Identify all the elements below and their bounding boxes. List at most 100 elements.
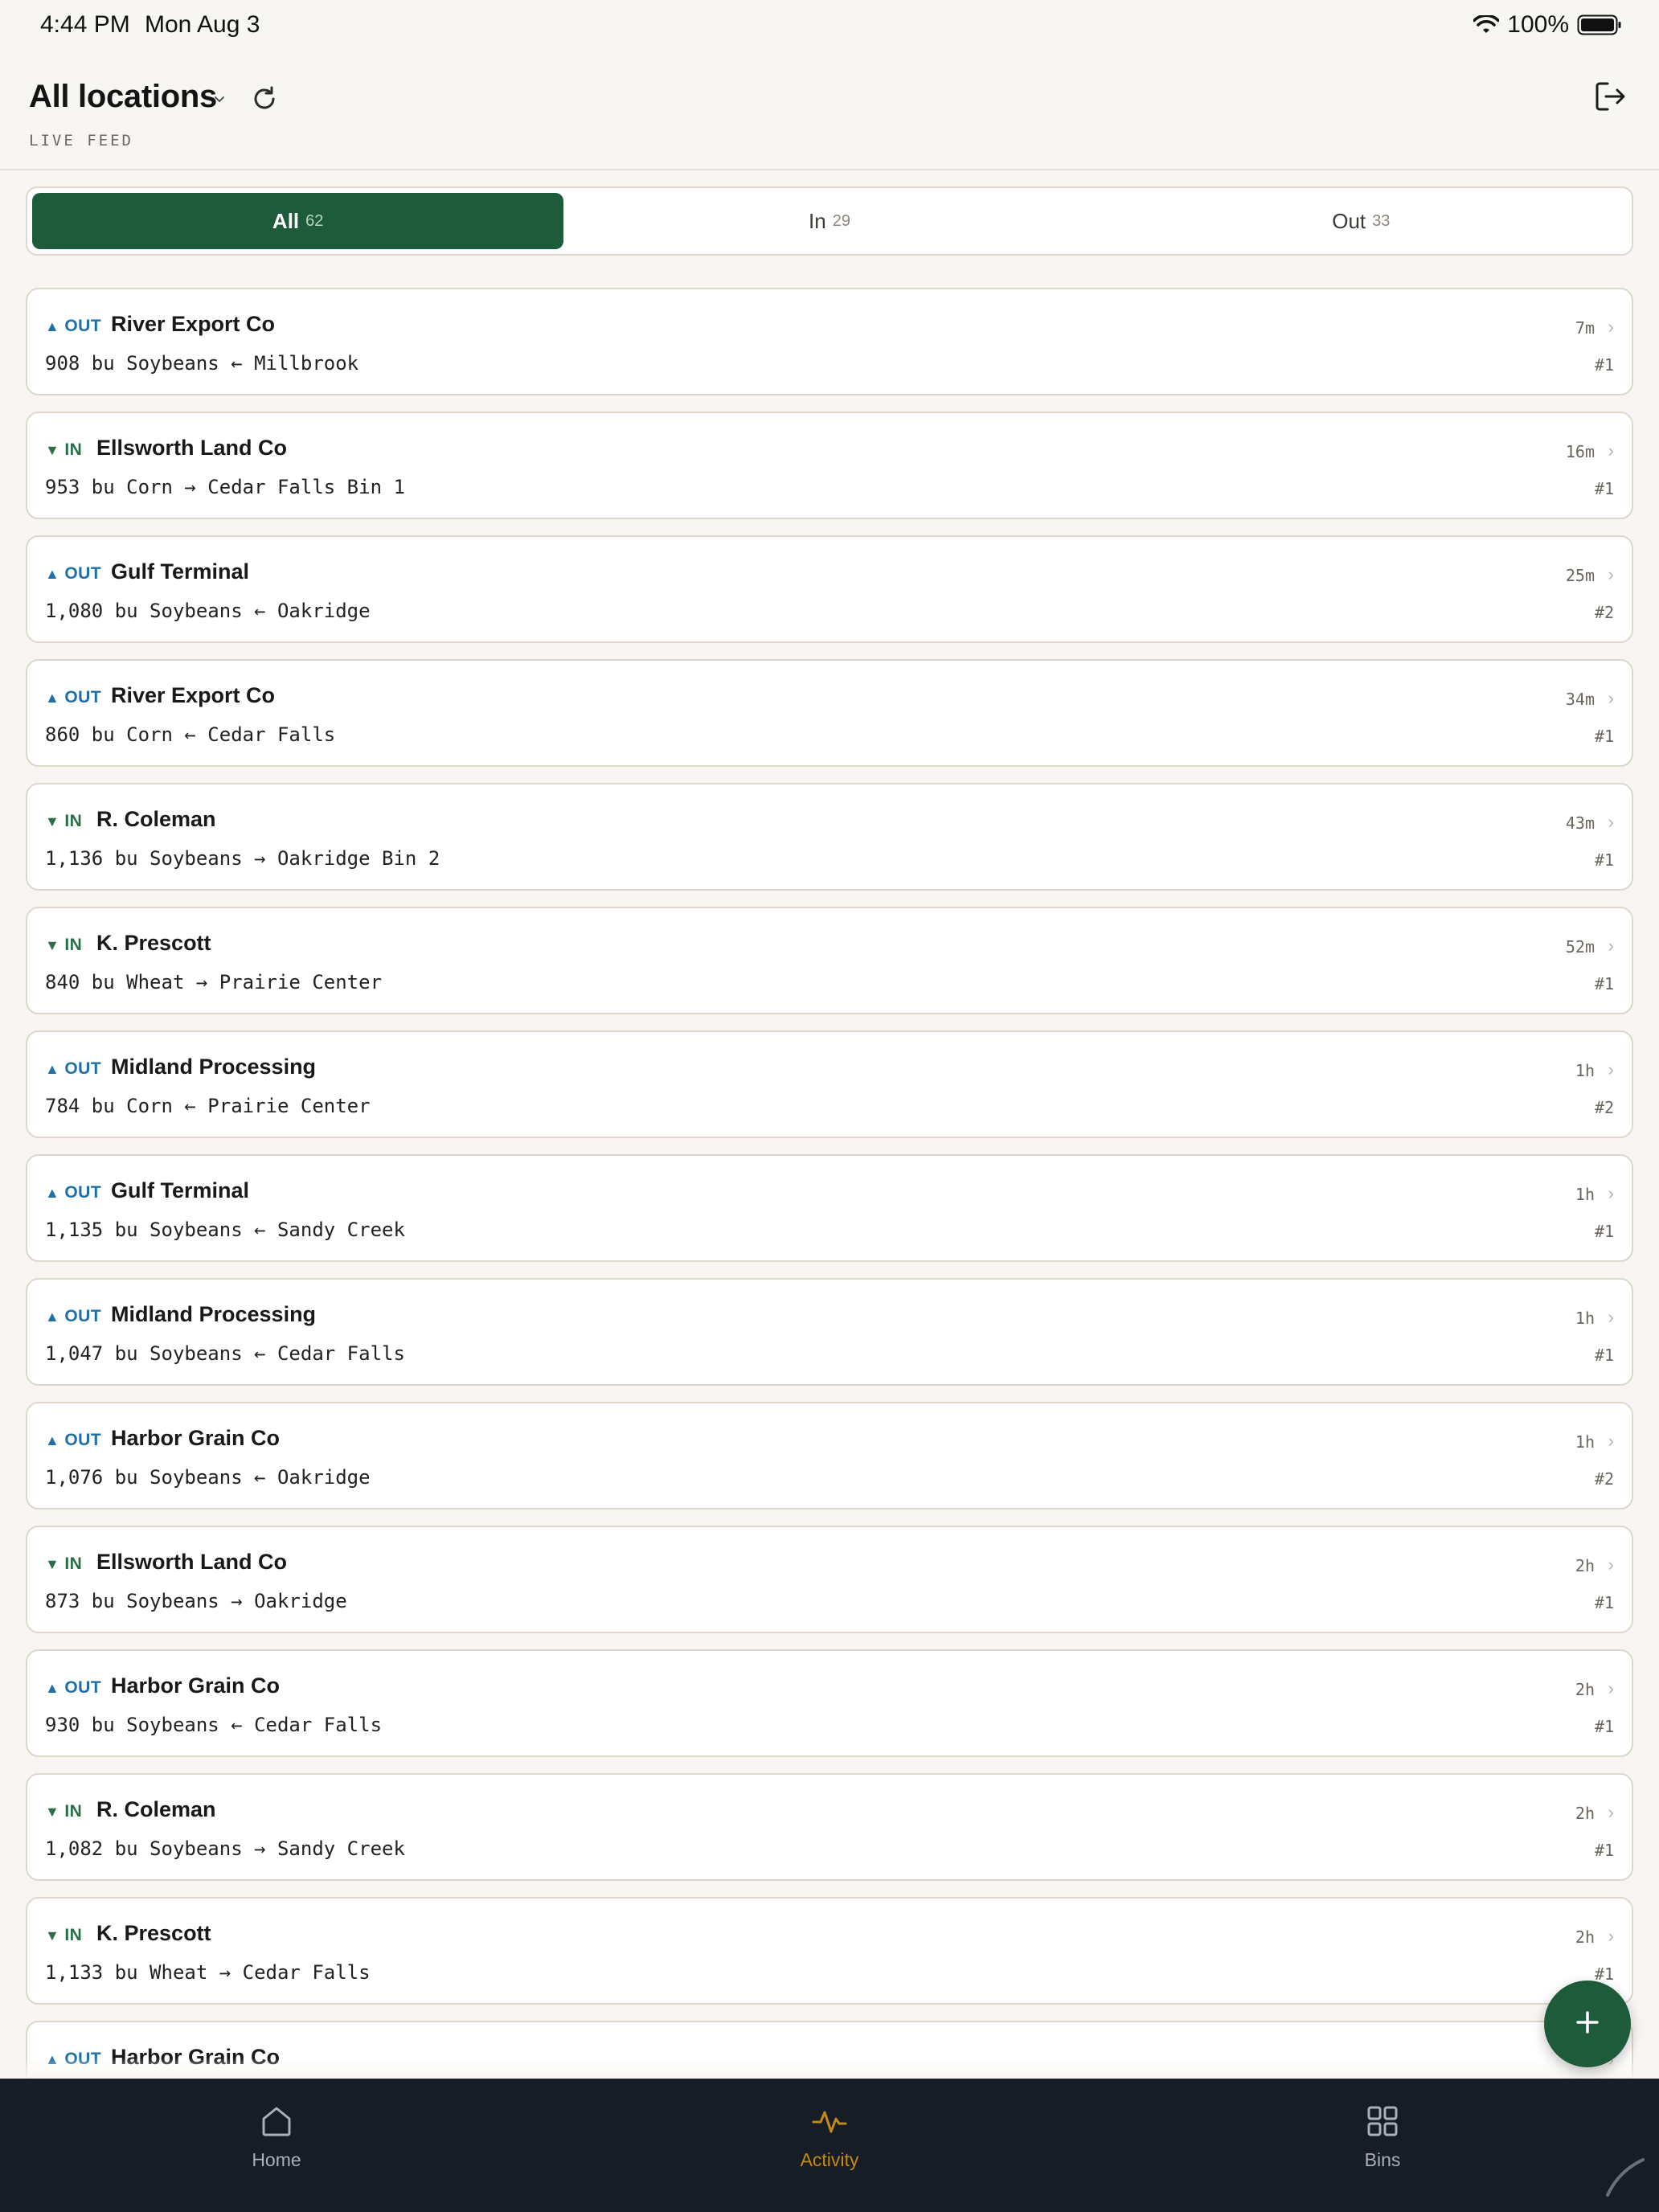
filter-label: In — [809, 208, 826, 233]
filter-count: 33 — [1372, 211, 1391, 230]
activity-card[interactable]: ▼ IN K. Prescott 1,133 bu Wheat → Cedar Fal… — [26, 1897, 1633, 2005]
direction-badge: ▲OUT — [45, 688, 101, 707]
ticket-number: #1 — [1594, 355, 1614, 375]
direction-badge: ▲OUT — [45, 1431, 101, 1450]
chevron-right-icon: › — [1608, 1059, 1614, 1079]
arrow-down-icon: ▼ — [45, 813, 60, 830]
direction-label: IN — [64, 1926, 83, 1944]
activity-card[interactable]: ▲ OUT Midland Processing 784 bu Corn ← Prai… — [26, 1030, 1633, 1138]
logout-icon[interactable] — [1593, 79, 1628, 118]
filter-count: 29 — [832, 211, 850, 230]
party-name: Ellsworth Land Co — [96, 436, 288, 460]
activity-card[interactable]: ▼ IN R. Coleman 1,082 bu Soybeans → Sandy C… — [26, 1773, 1633, 1881]
direction-label: OUT — [64, 1183, 102, 1202]
direction-badge: ▲OUT — [45, 317, 101, 336]
location-selector[interactable]: All locations — [29, 79, 217, 115]
chevron-right-icon: › — [1608, 812, 1614, 832]
party-name: R. Coleman — [96, 807, 216, 831]
activity-icon — [811, 2103, 848, 2144]
ticket-number: #1 — [1594, 850, 1614, 870]
arrow-up-icon: ▲ — [45, 689, 60, 706]
ticket-number: #1 — [1594, 727, 1614, 746]
page-header: All locations LIVE FEED — [0, 51, 1659, 170]
activity-card[interactable]: ▼ IN R. Coleman 1,136 bu Soybeans → Oakridg… — [26, 783, 1633, 891]
filter-in[interactable]: In 29 — [563, 193, 1095, 249]
party-name: R. Coleman — [96, 1797, 216, 1821]
filter-label: Out — [1332, 208, 1366, 233]
status-bar: 4:44 PM Mon Aug 3 100% — [0, 0, 1659, 51]
direction-badge: ▲OUT — [45, 1678, 101, 1698]
arrow-down-icon: ▼ — [45, 1803, 60, 1820]
elapsed-time: 2h — [1575, 1680, 1595, 1699]
arrow-up-icon: ▲ — [45, 1308, 60, 1325]
elapsed-time: 1h — [1575, 1185, 1595, 1204]
nav-home[interactable]: Home — [0, 2079, 553, 2212]
activity-list: ▲ OUT River Export Co 908 bu Soybeans ← Mil… — [26, 288, 1633, 2144]
nav-label: Home — [252, 2149, 301, 2170]
load-detail: 930 bu Soybeans ← Cedar Falls — [45, 1714, 383, 1736]
party-name: K. Prescott — [96, 931, 211, 955]
load-detail: 1,076 bu Soybeans ← Oakridge — [45, 1466, 371, 1489]
arrow-down-icon: ▼ — [45, 936, 60, 953]
ticket-number: #1 — [1594, 1841, 1614, 1860]
arrow-up-icon: ▲ — [45, 317, 60, 334]
arrow-up-icon: ▲ — [45, 1679, 60, 1696]
activity-card[interactable]: ▲ OUT Midland Processing 1,047 bu Soybeans … — [26, 1278, 1633, 1386]
party-name: Ellsworth Land Co — [96, 1550, 288, 1574]
direction-badge: ▼ IN — [45, 1926, 82, 1945]
activity-card[interactable]: ▼ IN Ellsworth Land Co 953 bu Corn → Cedar … — [26, 412, 1633, 519]
activity-card[interactable]: ▼ IN Ellsworth Land Co 873 bu Soybeans → Oa… — [26, 1526, 1633, 1633]
chevron-right-icon: › — [1608, 440, 1614, 461]
battery-icon — [1577, 14, 1622, 35]
elapsed-time: 7m — [1575, 318, 1595, 338]
elapsed-time: 16m — [1565, 442, 1595, 461]
chevron-right-icon: › — [1608, 936, 1614, 956]
elapsed-time: 34m — [1565, 690, 1595, 709]
nav-activity[interactable]: Activity — [553, 2079, 1106, 2212]
activity-card[interactable]: ▲ OUT Harbor Grain Co 1,076 bu Soybeans ← O… — [26, 1402, 1633, 1509]
activity-card[interactable]: ▼ IN K. Prescott 840 bu Wheat → Prairie Cen… — [26, 907, 1633, 1014]
chevron-right-icon: › — [1608, 1926, 1614, 1946]
refresh-icon[interactable] — [249, 84, 280, 118]
arrow-down-icon: ▼ — [45, 1927, 60, 1944]
party-name: Harbor Grain Co — [111, 1673, 281, 1698]
elapsed-time: 52m — [1565, 937, 1595, 956]
plus-icon — [1573, 2008, 1602, 2041]
load-detail: 1,136 bu Soybeans → Oakridge Bin 2 — [45, 847, 440, 870]
ticket-number: #1 — [1594, 1964, 1614, 1984]
activity-card[interactable]: ▲ OUT Gulf Terminal 1,135 bu Soybeans ← San… — [26, 1154, 1633, 1262]
direction-badge: ▲OUT — [45, 1059, 101, 1079]
direction-badge: ▼ IN — [45, 936, 82, 955]
filter-count: 62 — [305, 211, 324, 230]
party-name: River Export Co — [111, 683, 276, 707]
home-indicator — [1603, 2155, 1648, 2204]
elapsed-time: 1h — [1575, 1309, 1595, 1328]
direction-badge: ▲OUT — [45, 1307, 101, 1326]
party-name: Harbor Grain Co — [111, 1426, 281, 1450]
home-icon — [258, 2103, 295, 2144]
filter-out[interactable]: Out 33 — [1096, 193, 1627, 249]
direction-label: OUT — [64, 1307, 102, 1325]
activity-card[interactable]: ▲ OUT River Export Co 908 bu Soybeans ← Mil… — [26, 288, 1633, 395]
nav-label: Bins — [1364, 2149, 1401, 2170]
app-root: 4:44 PM Mon Aug 3 100% All locations LIV… — [0, 0, 1659, 2212]
chevron-right-icon: › — [1608, 1307, 1614, 1327]
filter-all[interactable]: All 62 — [32, 193, 564, 249]
chevron-right-icon: › — [1608, 688, 1614, 708]
load-detail: 873 bu Soybeans → Oakridge — [45, 1590, 347, 1612]
direction-badge: ▲OUT — [45, 1183, 101, 1202]
nav-bins[interactable]: Bins — [1106, 2079, 1659, 2212]
activity-card[interactable]: ▲ OUT Gulf Terminal 1,080 bu Soybeans ← Oak… — [26, 535, 1633, 643]
chevron-down-icon[interactable] — [214, 93, 225, 108]
ticket-number: #2 — [1594, 1469, 1614, 1489]
direction-label: IN — [64, 812, 83, 830]
elapsed-time: 43m — [1565, 813, 1595, 833]
add-entry-button[interactable] — [1544, 1981, 1631, 2067]
chevron-right-icon: › — [1608, 1555, 1614, 1575]
direction-label: OUT — [64, 564, 102, 583]
load-detail: 1,133 bu Wheat → Cedar Falls — [45, 1961, 371, 1984]
nav-label: Activity — [800, 2149, 859, 2170]
activity-card[interactable]: ▲ OUT River Export Co 860 bu Corn ← Cedar F… — [26, 659, 1633, 767]
party-name: Gulf Terminal — [111, 1178, 250, 1202]
activity-card[interactable]: ▲ OUT Harbor Grain Co 930 bu Soybeans ← Ced… — [26, 1649, 1633, 1757]
